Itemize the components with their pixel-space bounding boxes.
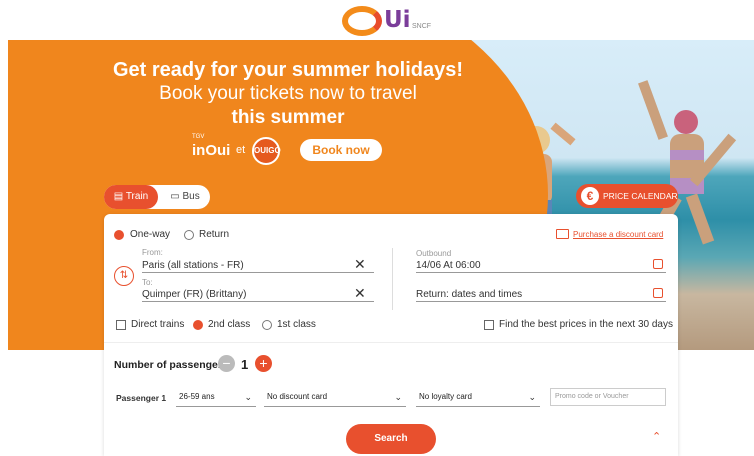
banner-text: Get ready for your summer holidays! Book…	[108, 58, 468, 130]
chevron-down-icon: ⌄	[394, 392, 402, 402]
one-way-label: One-way	[130, 229, 171, 240]
age-select[interactable]: 26-59 ans ⌄	[176, 389, 256, 407]
to-underline	[142, 301, 374, 302]
train-icon: ▤	[113, 191, 124, 202]
outbound-calendar-icon[interactable]	[653, 259, 663, 269]
clear-from-icon[interactable]: ✕	[354, 256, 366, 273]
tab-train-label: Train	[125, 191, 149, 202]
outbound-underline	[416, 272, 666, 273]
clear-to-icon[interactable]: ✕	[354, 285, 366, 302]
promo-code-input[interactable]: Promo code or Voucher	[550, 388, 666, 406]
second-class-radio[interactable]	[193, 320, 203, 330]
tab-train[interactable]: ▤ Train	[104, 185, 158, 209]
bus-icon: ▭	[170, 191, 180, 202]
passenger-count: 1	[241, 357, 249, 372]
purchase-discount-card-link[interactable]: Purchase a discount card	[573, 230, 663, 239]
form-divider	[392, 248, 393, 310]
return-underline	[416, 301, 666, 302]
mode-tabs: ▤ Train ▭ Bus	[104, 185, 210, 209]
passenger-row-label: Passenger 1	[116, 393, 167, 403]
tab-bus[interactable]: ▭ Bus	[160, 185, 210, 209]
from-label: From:	[142, 248, 163, 257]
to-label: To:	[142, 278, 153, 287]
top-bar: Ui SNCF	[0, 0, 754, 40]
discount-card-icon	[556, 229, 569, 239]
loyalty-card-select[interactable]: No loyalty card ⌄	[416, 389, 540, 407]
et-text: et	[236, 144, 246, 156]
banner-subline: Book your tickets now to travel	[159, 83, 417, 104]
discount-card-select[interactable]: No discount card ⌄	[264, 389, 406, 407]
passengers-title: Number of passengers	[114, 359, 228, 371]
logo-o-shape	[342, 6, 382, 36]
remove-passenger-button[interactable]: −	[218, 355, 235, 372]
oui-sncf-logo[interactable]: Ui SNCF	[342, 4, 432, 38]
euro-icon: €	[581, 187, 599, 205]
age-select-value: 26-59 ans	[179, 392, 215, 401]
from-field[interactable]: Paris (all stations - FR)	[142, 260, 244, 271]
banner-headline: Get ready for your summer holidays!	[112, 59, 464, 81]
search-button[interactable]: Search	[346, 424, 436, 454]
to-field[interactable]: Quimper (FR) (Brittany)	[142, 289, 246, 300]
book-now-button[interactable]: Book now	[300, 139, 382, 161]
direct-trains-checkbox[interactable]	[116, 320, 126, 330]
discount-card-value: No discount card	[267, 392, 328, 401]
return-calendar-icon[interactable]	[653, 288, 663, 298]
return-date-field[interactable]: Return: dates and times	[416, 289, 522, 300]
chevron-down-icon: ⌄	[528, 392, 536, 402]
section-separator	[104, 342, 678, 343]
best-prices-label: Find the best prices in the next 30 days	[499, 319, 673, 330]
outbound-label: Outbound	[416, 249, 452, 258]
chevron-up-icon[interactable]: ⌃	[652, 430, 661, 443]
add-passenger-button[interactable]: +	[255, 355, 272, 372]
return-radio[interactable]	[184, 230, 194, 240]
second-class-label: 2nd class	[208, 319, 251, 330]
direct-trains-label: Direct trains	[131, 319, 185, 330]
best-prices-checkbox[interactable]	[484, 320, 494, 330]
loyalty-card-value: No loyalty card	[419, 392, 472, 401]
return-label: Return	[199, 229, 230, 240]
chevron-down-icon: ⌄	[244, 392, 252, 402]
price-calendar-button[interactable]: € PRICE CALENDAR	[576, 184, 678, 208]
price-calendar-label: PRICE CALENDAR	[603, 191, 678, 201]
ouigo-logo: OUIGO	[252, 137, 281, 165]
swap-stations-icon[interactable]: ⇅	[114, 266, 134, 286]
logo-text: Ui	[384, 7, 411, 33]
first-class-radio[interactable]	[262, 320, 272, 330]
tab-bus-label: Bus	[182, 191, 200, 202]
search-form-card: One-way Return Purchase a discount card …	[104, 214, 678, 456]
outbound-date-field[interactable]: 14/06 At 06:00	[416, 260, 481, 271]
logo-sncf-text: SNCF	[412, 23, 432, 30]
inoui-logo: inOui	[192, 142, 231, 159]
one-way-radio[interactable]	[114, 230, 124, 240]
banner-subline-bold: this summer	[231, 107, 345, 128]
brand-row: TGV inOui et OUIGO Book now	[188, 134, 448, 165]
first-class-label: 1st class	[277, 319, 316, 330]
tgv-small-text: TGV	[192, 134, 205, 140]
from-underline	[142, 272, 374, 273]
